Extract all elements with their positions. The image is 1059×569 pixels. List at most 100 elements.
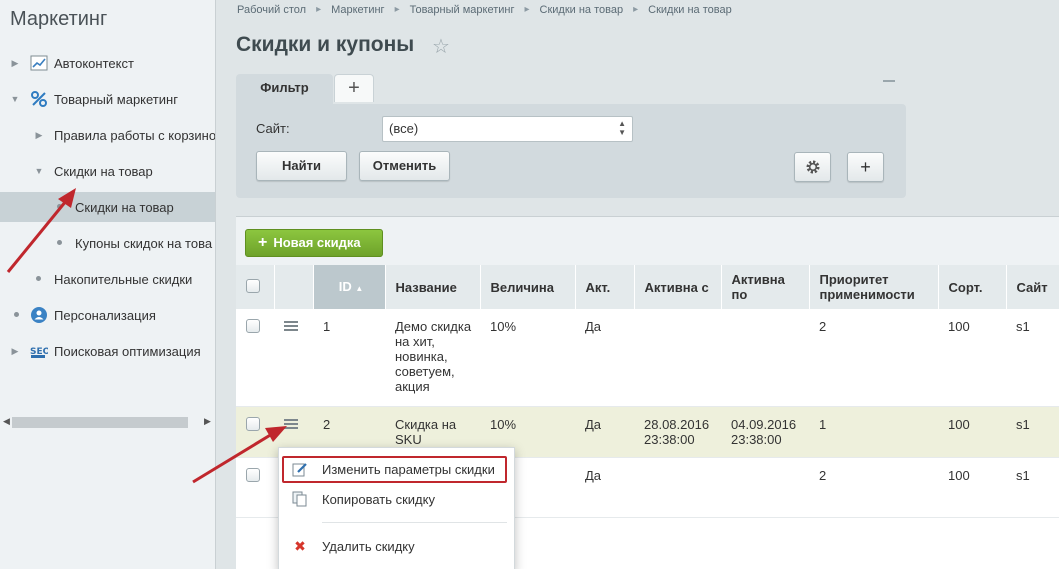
grid-toolbar: + Новая скидка	[236, 217, 1059, 265]
breadcrumb-item[interactable]: Скидки на товар	[648, 4, 732, 16]
chevron-right-icon: ▸	[316, 4, 322, 15]
column-header-active[interactable]: Акт.	[575, 265, 635, 309]
chevron-right-icon[interactable]: ▶	[10, 346, 20, 357]
sidebar-item-seo[interactable]: ▶ SEO Поисковая оптимизация	[0, 336, 215, 366]
column-header-active-from[interactable]: Активна с	[634, 265, 722, 309]
column-header-active-to[interactable]: Активна по	[721, 265, 810, 309]
sidebar-item-product-discounts-group[interactable]: ▼ Скидки на товар	[0, 156, 215, 186]
sidebar-item-product-discounts[interactable]: Скидки на товар	[0, 192, 215, 222]
cell-sort: 100	[938, 457, 1006, 518]
gear-icon	[806, 160, 819, 174]
cell-active-to	[721, 309, 809, 407]
cell-active-to	[721, 457, 809, 518]
sidebar-item-label: Персонализация	[54, 307, 156, 323]
site-label: Сайт:	[256, 121, 290, 136]
chevron-right-icon[interactable]: ▶	[34, 130, 44, 141]
chevron-right-icon[interactable]: ▶	[10, 58, 20, 69]
add-filter-button[interactable]: +	[847, 152, 884, 182]
sort-up-icon: ▲	[355, 283, 364, 293]
menu-divider	[322, 522, 507, 523]
cell-priority: 2	[809, 457, 938, 518]
cell-site[interactable]: s1	[1006, 457, 1059, 518]
row-menu-icon[interactable]	[284, 417, 298, 431]
sidebar-item-personalization[interactable]: Персонализация	[0, 300, 215, 330]
menu-item-copy[interactable]: Копировать скидку	[279, 486, 514, 512]
bullet-icon	[36, 276, 41, 281]
column-header-priority[interactable]: Приоритет применимости	[809, 265, 939, 309]
filter-panel: Сайт: (все) ▲ ▼ Найти Отменить +	[236, 104, 906, 198]
row-menu-icon[interactable]	[284, 319, 298, 333]
menu-item-delete[interactable]: ✖ Удалить скидку	[279, 533, 514, 559]
breadcrumb-item[interactable]: Товарный маркетинг	[410, 4, 515, 16]
sidebar-item-label: Автоконтекст	[54, 55, 134, 71]
chevron-down-icon[interactable]: ▼	[10, 94, 20, 104]
new-discount-label: Новая скидка	[273, 235, 361, 250]
sidebar-item-label: Скидки на товар	[75, 199, 174, 215]
sidebar-horizontal-scrollbar[interactable]: ◀ ▶	[0, 413, 215, 431]
breadcrumb-item[interactable]: Маркетинг	[331, 4, 384, 16]
bullet-icon	[14, 312, 19, 317]
row-checkbox[interactable]	[246, 416, 260, 431]
percent-icon	[31, 91, 47, 107]
cell-active: Да	[575, 309, 634, 407]
sidebar-item-cart-rules[interactable]: ▶ Правила работы с корзино	[0, 120, 215, 150]
cell-sort: 100	[938, 309, 1006, 407]
seo-icon: SEO	[30, 347, 48, 358]
favorite-star-icon[interactable]: ☆	[432, 34, 450, 59]
person-icon	[31, 307, 47, 323]
sidebar-title: Маркетинг	[10, 8, 108, 30]
scroll-right-icon[interactable]: ▶	[204, 416, 211, 427]
breadcrumb-item[interactable]: Скидки на товар	[540, 4, 624, 16]
breadcrumb-item[interactable]: Рабочий стол	[237, 4, 306, 16]
column-header-name[interactable]: Название	[385, 265, 481, 309]
cell-site[interactable]: s1	[1006, 309, 1059, 407]
highlight-box	[282, 456, 507, 483]
cell-priority: 1	[809, 406, 938, 458]
new-discount-button[interactable]: + Новая скидка	[245, 229, 383, 257]
column-header-sort[interactable]: Сорт.	[938, 265, 1007, 309]
cell-value: 10%	[480, 309, 575, 407]
sidebar-item-label: Купоны скидок на това	[75, 235, 213, 251]
sidebar-item-cumulative-discounts[interactable]: Накопительные скидки	[0, 264, 215, 294]
scrollbar-thumb[interactable]	[12, 417, 188, 428]
row-checkbox[interactable]	[246, 467, 260, 482]
cell-site[interactable]: s1	[1006, 406, 1059, 458]
sidebar-item-product-marketing[interactable]: ▼ Товарный маркетинг	[0, 84, 215, 114]
sidebar-item-autocontext[interactable]: ▶ Автоконтекст	[0, 48, 215, 78]
chart-icon	[30, 55, 48, 71]
menu-item-label: Удалить скидку	[322, 538, 415, 554]
page-title: Скидки и купоны	[236, 33, 415, 56]
cell-active-to: 04.09.2016 23:38:00	[721, 406, 809, 458]
minimize-icon[interactable]	[883, 80, 895, 82]
cell-active-from: 28.08.2016 23:38:00	[634, 406, 721, 458]
select-all-header	[236, 265, 275, 309]
row-context-menu: Изменить параметры скидки Копировать ски…	[278, 447, 515, 569]
chevron-down-icon[interactable]: ▼	[34, 166, 44, 176]
settings-button[interactable]	[794, 152, 831, 182]
site-select[interactable]: (все) ▲ ▼	[382, 116, 633, 142]
tab-filter[interactable]: Фильтр	[236, 74, 333, 104]
select-all-checkbox[interactable]	[246, 278, 260, 293]
cancel-button[interactable]: Отменить	[359, 151, 450, 181]
row-checkbox[interactable]	[246, 319, 260, 333]
table-row[interactable]: 1 Демо скидка на хит, новинка, советуем,…	[236, 309, 1059, 407]
table-header-row: ID ▲ Название Величина Акт. Активна с Ак…	[236, 265, 1059, 309]
copy-icon	[292, 491, 307, 507]
column-header-site[interactable]: Сайт	[1006, 265, 1059, 309]
sidebar-item-coupons[interactable]: Купоны скидок на това	[0, 228, 215, 258]
sidebar: Маркетинг ▶ Автоконтекст ▼ Товарный марк…	[0, 0, 216, 569]
cell-id[interactable]: 1	[313, 309, 385, 407]
add-filter-tab-button[interactable]: +	[334, 74, 374, 102]
chevron-right-icon: ▸	[633, 4, 639, 15]
cell-active-from	[634, 457, 721, 518]
cell-sort: 100	[938, 406, 1006, 458]
sidebar-item-label: Поисковая оптимизация	[54, 343, 201, 359]
bullet-icon	[57, 240, 62, 245]
column-header-id[interactable]: ID ▲	[313, 265, 386, 309]
cell-active: Да	[575, 457, 634, 518]
cell-active: Да	[575, 406, 634, 458]
scroll-left-icon[interactable]: ◀	[3, 416, 10, 427]
cell-priority: 2	[809, 309, 938, 407]
column-header-value[interactable]: Величина	[480, 265, 576, 309]
find-button[interactable]: Найти	[256, 151, 347, 181]
